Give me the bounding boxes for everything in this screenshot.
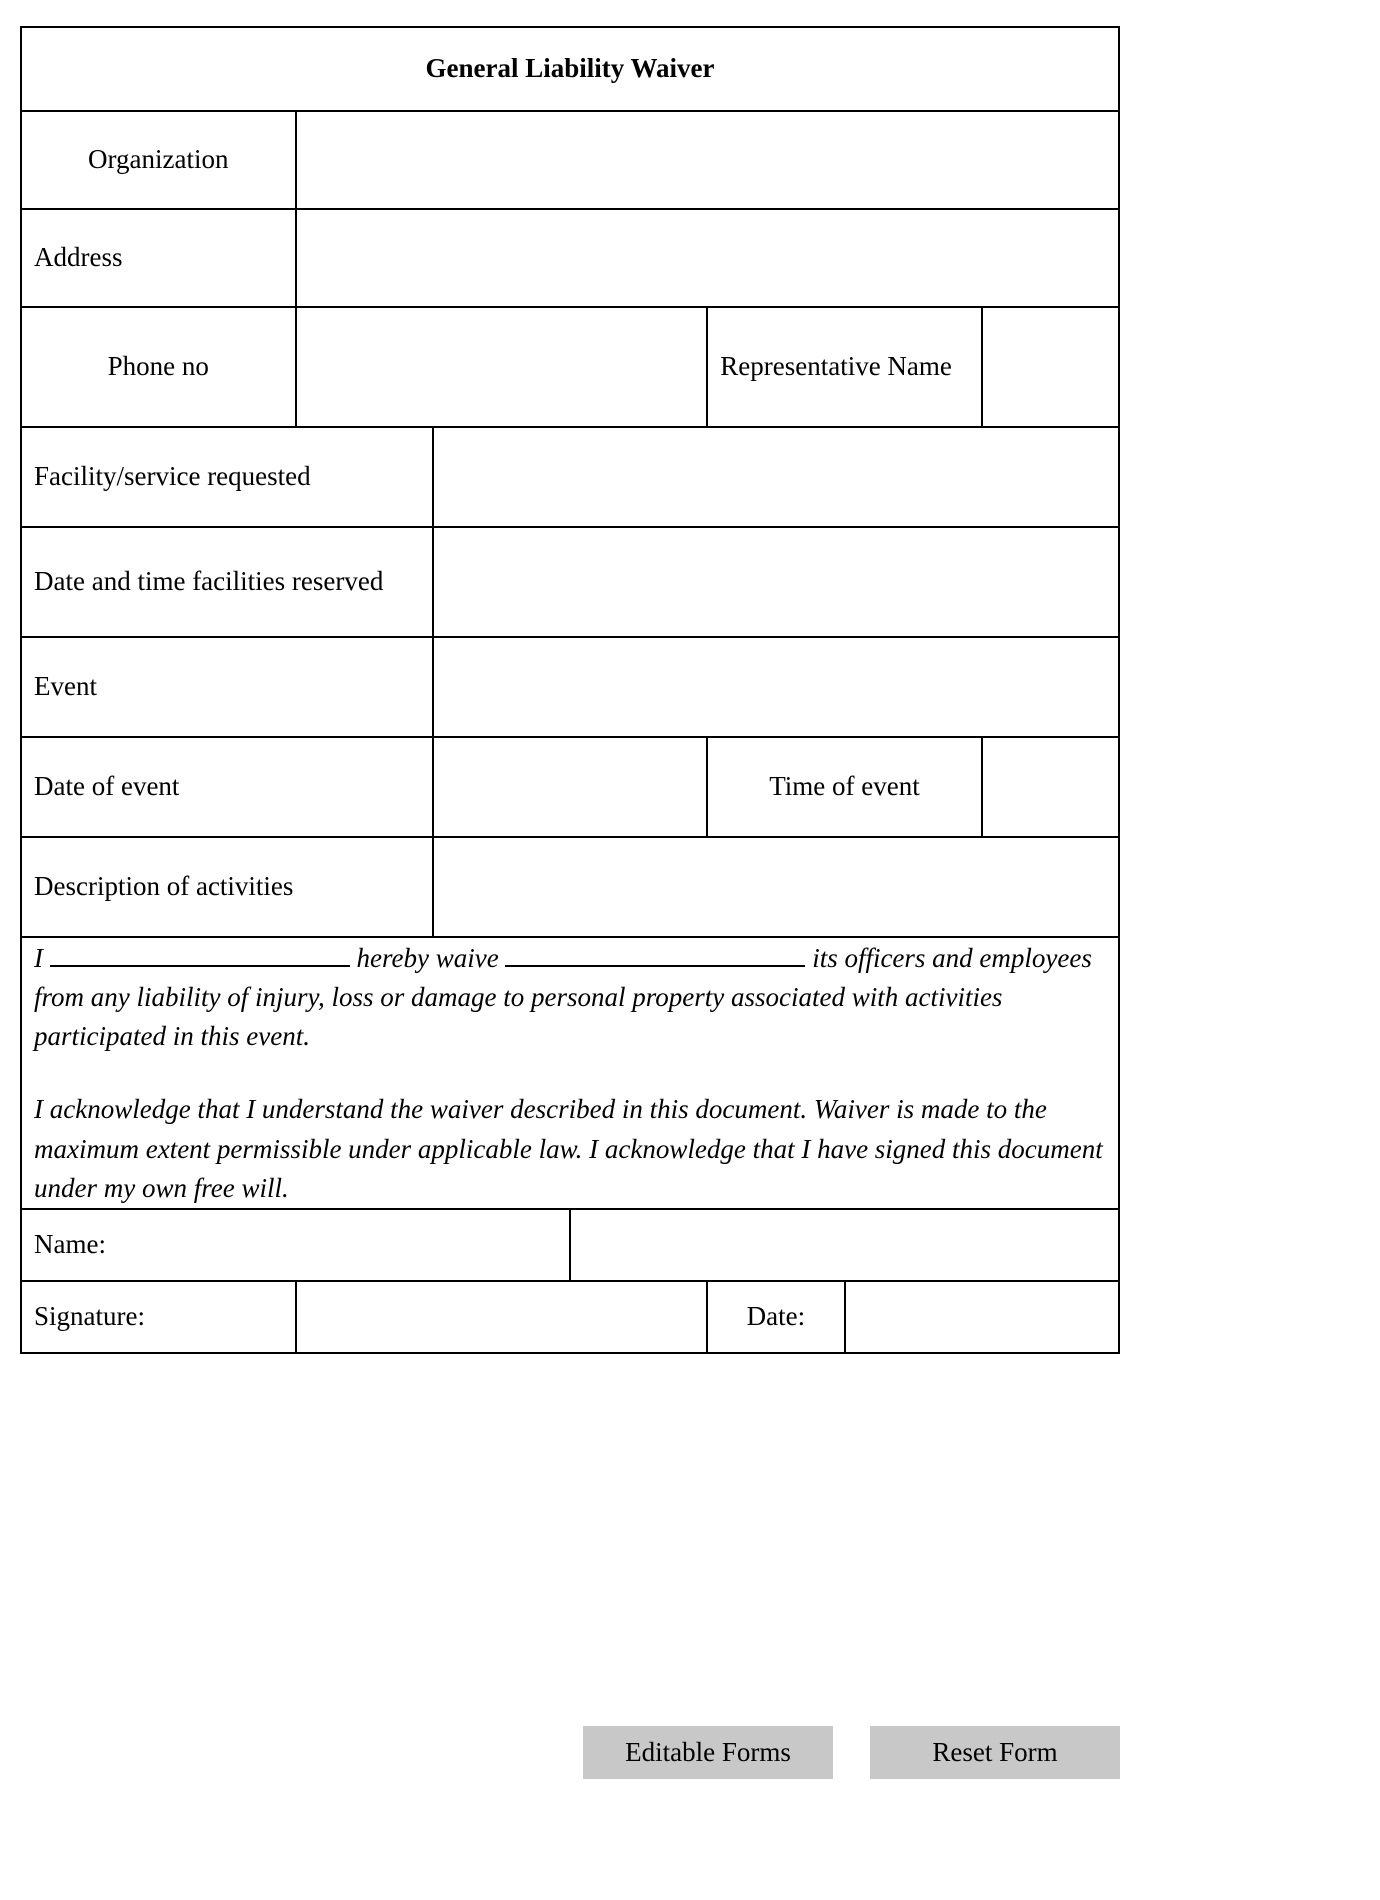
signature-label: Signature: (20, 1279, 297, 1354)
waiver-line1-mid: hereby waive (356, 943, 499, 973)
phone-no-input[interactable] (294, 306, 709, 428)
description-of-activities-label: Description of activities (20, 836, 434, 938)
waiver-blank-name[interactable] (49, 938, 350, 967)
date-of-event-input[interactable] (431, 736, 709, 838)
table-row-organization: Organization (20, 110, 1120, 210)
facility-service-requested-label: Facility/service requested (20, 426, 434, 528)
event-label: Event (20, 636, 434, 738)
facility-service-requested-input[interactable] (431, 426, 1121, 528)
address-label: Address (20, 208, 297, 308)
name-input[interactable] (569, 1207, 1120, 1282)
table-row-date-of-event: Date of event Time of event (20, 736, 1121, 838)
organization-input[interactable] (294, 110, 1120, 210)
phone-no-label: Phone no (20, 306, 297, 428)
table-row-event: Event (20, 636, 1121, 738)
editable-forms-button[interactable]: Editable Forms (583, 1726, 833, 1779)
date-time-reserved-input[interactable] (431, 526, 1121, 638)
waiver-paragraph-gap (34, 1056, 1106, 1090)
date-label: Date: (706, 1279, 846, 1354)
table-row-title: General Liability Waiver (20, 26, 1120, 112)
waiver-paragraph-1: I hereby waive its officers and employee… (34, 938, 1106, 1056)
waiver-form: General Liability Waiver Organization Ad… (20, 26, 1121, 1354)
representative-name-label: Representative Name (706, 306, 983, 428)
table-row-waiver-text: I hereby waive its officers and employee… (20, 936, 1120, 1210)
date-of-event-label: Date of event (20, 736, 434, 838)
waiver-line1-prefix: I (34, 943, 43, 973)
signature-input[interactable] (294, 1279, 709, 1354)
reset-form-button[interactable]: Reset Form (870, 1726, 1120, 1779)
time-of-event-input[interactable] (980, 736, 1121, 838)
date-time-reserved-label: Date and time facilities reserved (20, 526, 434, 638)
time-of-event-label: Time of event (706, 736, 983, 838)
table-row-facility: Facility/service requested (20, 426, 1121, 528)
organization-label: Organization (20, 110, 297, 210)
waiver-text-cell: I hereby waive its officers and employee… (20, 936, 1120, 1210)
date-input[interactable] (843, 1279, 1120, 1354)
description-of-activities-input[interactable] (431, 836, 1121, 938)
address-input[interactable] (294, 208, 1120, 308)
table-row-signature: Signature: Date: (20, 1279, 1120, 1354)
event-input[interactable] (431, 636, 1121, 738)
representative-name-input[interactable] (980, 306, 1121, 428)
waiver-page: General Liability Waiver Organization Ad… (0, 0, 1380, 1900)
waiver-blank-organization[interactable] (505, 938, 806, 967)
waiver-paragraph-2: I acknowledge that I understand the waiv… (34, 1094, 1103, 1203)
name-label: Name: (20, 1207, 571, 1282)
page-title: General Liability Waiver (20, 26, 1120, 112)
form-action-buttons: Editable Forms Reset Form (20, 1726, 1120, 1779)
table-row-address: Address (20, 208, 1120, 308)
table-row-name: Name: (20, 1207, 1120, 1282)
table-row-date-time-reserved: Date and time facilities reserved (20, 526, 1121, 638)
table-row-description: Description of activities (20, 836, 1121, 938)
waiver-table: General Liability Waiver Organization Ad… (20, 26, 1121, 1354)
table-row-phone: Phone no Representative Name (20, 306, 1121, 428)
